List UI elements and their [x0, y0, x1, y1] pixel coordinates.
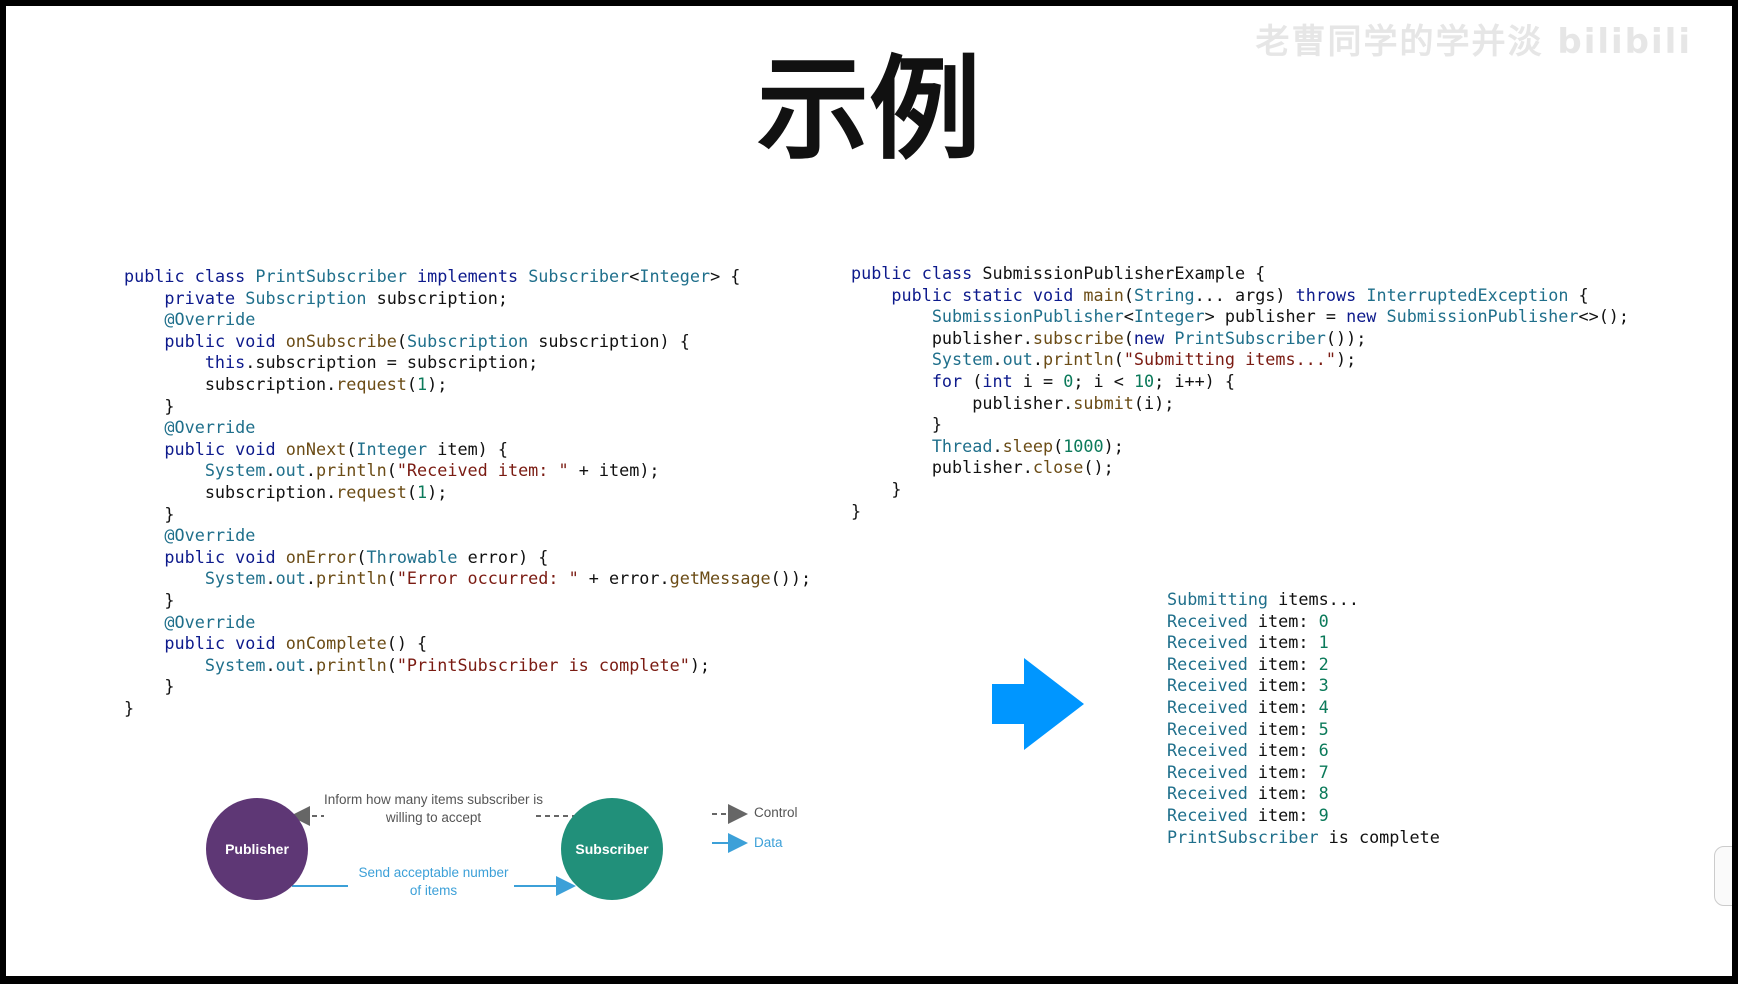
subscriber-node: Subscriber	[561, 798, 663, 900]
subscriber-code-block: public class PrintSubscriber implements …	[124, 266, 811, 719]
code-line: public void onError(Throwable error) {	[164, 546, 549, 567]
code-line: public void onSubscribe(Subscription sub…	[164, 330, 690, 351]
output-line: Received item: 9	[1167, 804, 1329, 825]
control-label: Inform how many items subscriber is will…	[323, 792, 544, 825]
code-line: public void onComplete() {	[164, 633, 428, 654]
code-line: @Override	[164, 525, 256, 546]
code-line: }	[124, 503, 175, 524]
code-line: subscription.request(1);	[124, 373, 448, 394]
publisher-node: Publisher	[206, 798, 308, 900]
code-line: @Override	[164, 611, 256, 632]
code-line: publisher.close();	[851, 457, 1114, 478]
code-line: }	[851, 414, 942, 435]
console-output: Submitting items... Received item: 0 Rec…	[1167, 589, 1440, 848]
code-line: SubmissionPublisher<Integer> publisher =…	[931, 306, 1630, 327]
output-line: Submitting items...	[1167, 589, 1359, 609]
code-line: System.out.println("PrintSubscriber is c…	[204, 654, 711, 675]
code-line: @Override	[164, 309, 256, 330]
legend-data: Data	[754, 835, 783, 850]
reactive-streams-diagram: Publisher Subscriber Inform how many ite…	[196, 781, 816, 911]
code-line: System.out.println("Submitting items..."…	[931, 349, 1357, 370]
code-line: }	[124, 589, 175, 610]
output-line: Received item: 4	[1167, 696, 1329, 717]
side-scroll-handle[interactable]	[1714, 846, 1732, 906]
code-line: }	[124, 395, 175, 416]
legend-control: Control	[754, 805, 798, 820]
code-line: publisher.submit(i);	[851, 392, 1175, 413]
code-line: }	[124, 697, 135, 718]
output-line: Received item: 8	[1167, 783, 1329, 804]
code-line: }	[851, 500, 862, 521]
code-line: System.out.println("Received item: " + i…	[204, 460, 660, 481]
output-line: Received item: 5	[1167, 718, 1329, 739]
output-line: Received item: 0	[1167, 610, 1329, 631]
code-line: public static void main(String... args) …	[891, 284, 1589, 305]
code-line: }	[124, 676, 175, 697]
code-line: publisher.subscribe(new PrintSubscriber(…	[851, 327, 1367, 348]
slide-title: 示例	[757, 45, 981, 175]
output-line: PrintSubscriber is complete	[1167, 826, 1440, 847]
code-line: private Subscription subscription;	[164, 287, 508, 308]
output-line: Received item: 2	[1167, 653, 1329, 674]
code-line: @Override	[164, 417, 256, 438]
code-line: public void onNext(Integer item) {	[164, 438, 508, 459]
output-line: Received item: 7	[1167, 761, 1329, 782]
output-line: Received item: 1	[1167, 632, 1329, 653]
slide: 老曹同学的学并淡 bilibili 示例 public class PrintS…	[6, 6, 1732, 976]
code-line: this.subscription = subscription;	[204, 352, 539, 373]
output-line: Received item: 6	[1167, 740, 1329, 761]
code-line: Thread.sleep(1000);	[931, 435, 1124, 456]
output-line: Received item: 3	[1167, 675, 1329, 696]
right-arrow-icon	[992, 658, 1084, 750]
publisher-code-block: public class SubmissionPublisherExample …	[851, 263, 1629, 522]
code-line: }	[851, 478, 902, 499]
code-line: System.out.println("Error occurred: " + …	[204, 568, 812, 589]
code-line: public class SubmissionPublisherExample …	[851, 263, 1266, 283]
code-line: for (int i = 0; i < 10; i++) {	[931, 370, 1235, 391]
code-line: subscription.request(1);	[124, 481, 448, 502]
data-label: Send acceptable number of items	[358, 865, 509, 898]
code-line: public class PrintSubscriber implements …	[124, 266, 741, 286]
